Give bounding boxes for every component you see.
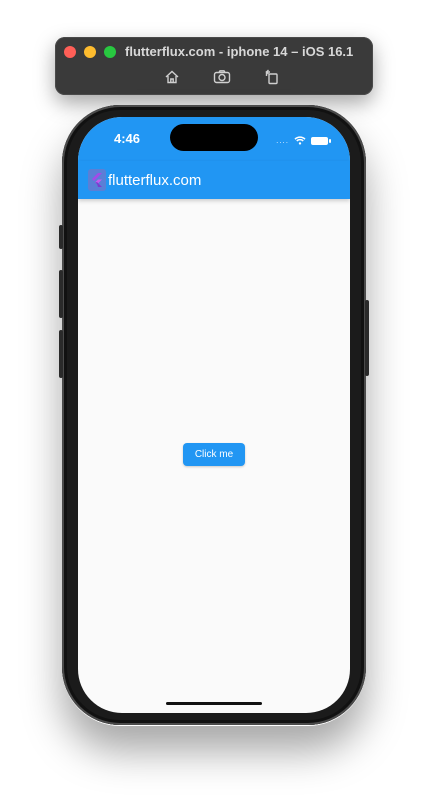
simulator-toolbar: flutterflux.com - iphone 14 – iOS 16.1	[55, 37, 373, 95]
home-icon[interactable]	[162, 67, 182, 87]
simulator-tools	[162, 67, 282, 87]
status-icons: ....	[276, 132, 331, 150]
status-bar: 4:46 ....	[78, 117, 350, 161]
minimize-window-button[interactable]	[84, 46, 96, 58]
action-button	[59, 225, 63, 249]
app-bar: flutterflux.com	[78, 161, 350, 199]
phone-screen: 4:46 .... flutterflux.com Click me	[78, 117, 350, 713]
main-content: Click me	[78, 199, 350, 713]
wifi-icon	[294, 132, 306, 150]
app-title: flutterflux.com	[108, 171, 202, 189]
dynamic-island	[170, 124, 258, 151]
status-time: 4:46	[114, 131, 141, 146]
battery-icon	[311, 137, 331, 145]
screenshot-icon[interactable]	[212, 67, 232, 87]
volume-down-button	[59, 330, 63, 378]
cellular-signal-icon: ....	[276, 136, 289, 145]
volume-up-button	[59, 270, 63, 318]
maximize-window-button[interactable]	[104, 46, 116, 58]
click-me-button[interactable]: Click me	[183, 443, 245, 466]
rotate-icon[interactable]	[262, 67, 282, 87]
close-window-button[interactable]	[64, 46, 76, 58]
flutter-logo-icon	[88, 169, 106, 191]
simulator-title: flutterflux.com - iphone 14 – iOS 16.1	[125, 44, 354, 59]
home-indicator[interactable]	[166, 702, 262, 705]
power-button	[365, 300, 369, 376]
